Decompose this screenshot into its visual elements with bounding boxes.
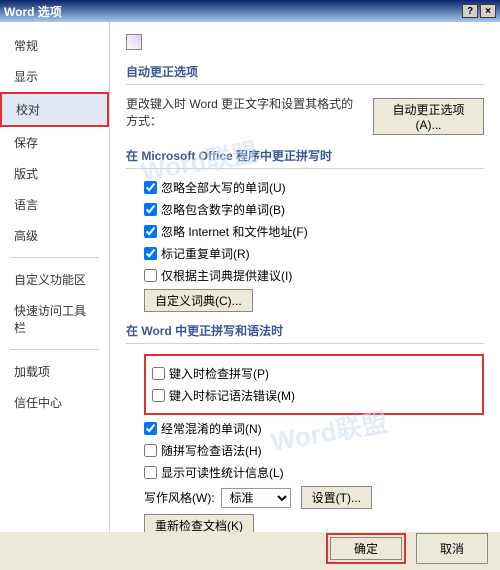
mark-repeat-label: 标记重复单词(R) (161, 245, 250, 262)
sidebar-item-addins[interactable]: 加载项 (0, 356, 109, 387)
mark-grammar-typing-checkbox[interactable] (152, 389, 165, 402)
word-spelling-heading: 在 Word 中更正拼写和语法时 (126, 322, 484, 344)
writing-style-label: 写作风格(W): (144, 489, 215, 506)
autocorrect-options-button[interactable]: 自动更正选项(A)... (373, 98, 484, 135)
sidebar: 常规 显示 校对 保存 版式 语言 高级 自定义功能区 快速访问工具栏 加载项 … (0, 22, 110, 532)
highlight-box-ok: 确定 (326, 533, 406, 564)
grammar-with-spelling-checkbox[interactable] (144, 444, 157, 457)
autocorrect-heading: 自动更正选项 (126, 63, 484, 85)
ignore-numbers-label: 忽略包含数字的单词(B) (161, 201, 285, 218)
confused-words-checkbox[interactable] (144, 422, 157, 435)
readability-stats-checkbox[interactable] (144, 466, 157, 479)
highlight-box-spellcheck: 键入时检查拼写(P) 键入时标记语法错误(M) (144, 354, 484, 415)
ignore-urls-checkbox[interactable] (144, 225, 157, 238)
ignore-urls-label: 忽略 Internet 和文件地址(F) (161, 223, 308, 240)
custom-dictionaries-button[interactable]: 自定义词典(C)... (144, 289, 253, 312)
readability-stats-label: 显示可读性统计信息(L) (161, 464, 284, 481)
confused-words-label: 经常混淆的单词(N) (161, 420, 262, 437)
sidebar-item-customize-ribbon[interactable]: 自定义功能区 (0, 264, 109, 295)
close-icon[interactable]: × (480, 4, 496, 18)
ignore-numbers-checkbox[interactable] (144, 203, 157, 216)
check-spelling-typing-checkbox[interactable] (152, 367, 165, 380)
abc-icon (126, 34, 142, 50)
settings-button[interactable]: 设置(T)... (301, 486, 372, 509)
cancel-button[interactable]: 取消 (416, 533, 488, 564)
ignore-uppercase-checkbox[interactable] (144, 181, 157, 194)
recheck-document-button[interactable]: 重新检查文档(K) (144, 514, 254, 532)
sidebar-item-display[interactable]: 显示 (0, 61, 109, 92)
mark-grammar-typing-label: 键入时标记语法错误(M) (169, 387, 295, 404)
office-spelling-heading: 在 Microsoft Office 程序中更正拼写时 (126, 147, 484, 169)
content-panel: Word联盟 Word联盟 Word联盟 自动更正选项 更改键入时 Word 更… (110, 22, 500, 532)
main-dict-only-checkbox[interactable] (144, 269, 157, 282)
dialog-footer: 确定 取消 (326, 533, 488, 564)
grammar-with-spelling-label: 随拼写检查语法(H) (161, 442, 262, 459)
writing-style-select[interactable]: 标准 (221, 488, 291, 508)
sidebar-item-general[interactable]: 常规 (0, 30, 109, 61)
sidebar-item-layout[interactable]: 版式 (0, 158, 109, 189)
help-icon[interactable]: ? (462, 4, 478, 18)
sidebar-item-trust-center[interactable]: 信任中心 (0, 387, 109, 418)
ok-button[interactable]: 确定 (330, 537, 402, 560)
sidebar-item-language[interactable]: 语言 (0, 189, 109, 220)
main-dict-only-label: 仅根据主词典提供建议(I) (161, 267, 292, 284)
sidebar-item-quick-access[interactable]: 快速访问工具栏 (0, 295, 109, 343)
sidebar-item-save[interactable]: 保存 (0, 127, 109, 158)
autocorrect-desc: 更改键入时 Word 更正文字和设置其格式的方式： (126, 95, 365, 129)
sidebar-item-proofing[interactable]: 校对 (0, 92, 109, 127)
ignore-uppercase-label: 忽略全部大写的单词(U) (161, 179, 286, 196)
sidebar-item-advanced[interactable]: 高级 (0, 220, 109, 251)
window-title: Word 选项 (4, 3, 62, 20)
titlebar: Word 选项 ? × (0, 0, 500, 22)
mark-repeat-checkbox[interactable] (144, 247, 157, 260)
check-spelling-typing-label: 键入时检查拼写(P) (169, 365, 269, 382)
